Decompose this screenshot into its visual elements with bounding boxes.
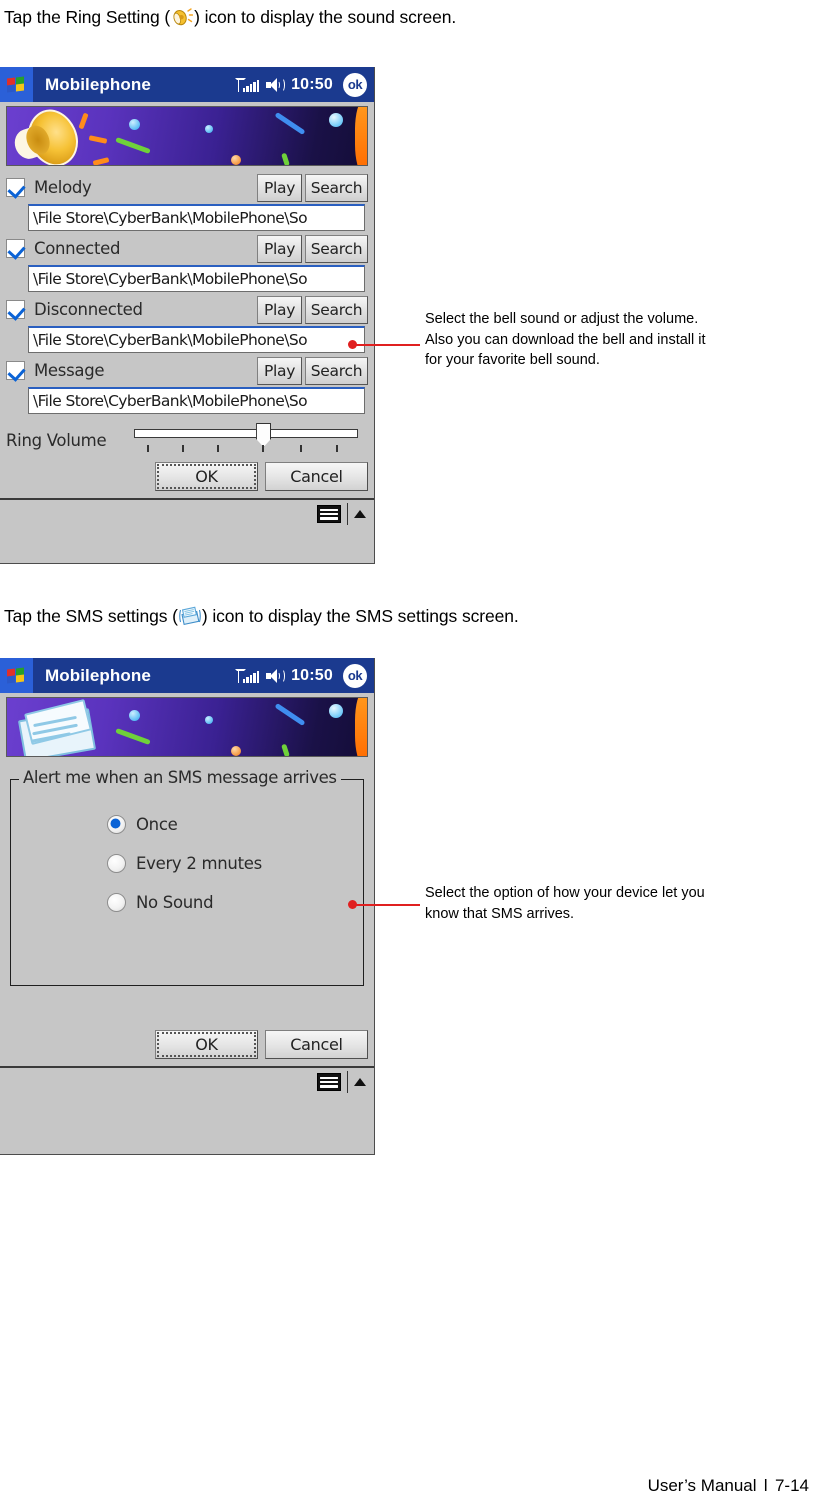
ring-volume-label: Ring Volume xyxy=(6,430,107,450)
taskbar-divider xyxy=(347,1071,348,1093)
caret-up-icon[interactable] xyxy=(354,510,366,518)
search-button-message[interactable]: Search xyxy=(305,356,368,385)
ok-button-sound[interactable]: OK xyxy=(155,462,258,491)
titlebar-sound: Mobilephone 10:50 ok xyxy=(0,67,374,102)
taskbar-divider xyxy=(347,503,348,525)
device-screen-sound: Mobilephone 10:50 ok Melody Play Search … xyxy=(0,67,375,564)
radio-every-2-minutes[interactable] xyxy=(107,853,126,873)
search-button-disconnected[interactable]: Search xyxy=(305,295,368,324)
slider-thumb[interactable] xyxy=(256,423,272,447)
table-row: Disconnected Play Search xyxy=(6,294,368,325)
checkbox-melody[interactable] xyxy=(6,178,25,197)
play-button-connected[interactable]: Play xyxy=(257,234,302,263)
path-field-connected[interactable]: \File Store\CyberBank\MobilePhone\So xyxy=(28,265,365,292)
radio-label-once: Once xyxy=(136,814,178,834)
instruction-ring-text-end: ) icon to display the sound screen. xyxy=(194,7,457,27)
checkbox-message[interactable] xyxy=(6,361,25,380)
radio-no-sound[interactable] xyxy=(107,892,126,912)
ring-volume-slider[interactable] xyxy=(134,423,358,457)
option-every-2-minutes[interactable]: Every 2 mnutes xyxy=(107,850,363,876)
radio-label-every-2-minutes: Every 2 mnutes xyxy=(136,853,262,873)
search-button-melody[interactable]: Search xyxy=(305,173,368,202)
envelope-banner-icon xyxy=(17,698,99,756)
instruction-sms-text-end: ) icon to display the SMS settings scree… xyxy=(201,606,519,626)
page-footer: User’s Manual ǀ 7-14 xyxy=(648,1476,809,1496)
checkbox-disconnected[interactable] xyxy=(6,300,25,319)
envelope-icon xyxy=(179,605,201,627)
sound-dialog-buttons: OK Cancel xyxy=(0,458,374,498)
row-label-melody: Melody xyxy=(34,178,92,197)
windows-flag-icon xyxy=(6,666,27,684)
keyboard-icon[interactable] xyxy=(317,1073,341,1091)
speaker-volume-icon xyxy=(266,77,286,92)
slider-ticks xyxy=(134,445,358,453)
footer-page-number: 7-14 xyxy=(774,1476,809,1495)
cancel-button-sound[interactable]: Cancel xyxy=(265,462,368,491)
manual-page: Tap the Ring Setting ( ) icon to display … xyxy=(0,0,817,1506)
instruction-ring-setting: Tap the Ring Setting ( ) icon to display … xyxy=(4,6,456,28)
envelope-banner xyxy=(6,697,368,757)
option-once[interactable]: Once xyxy=(107,811,363,837)
path-field-message[interactable]: \File Store\CyberBank\MobilePhone\So xyxy=(28,387,365,414)
device-screen-sms: Mobilephone 10:50 ok Alert me when an SM… xyxy=(0,658,375,1155)
keyboard-icon[interactable] xyxy=(317,505,341,523)
row-label-disconnected: Disconnected xyxy=(34,300,143,319)
windows-flag-icon xyxy=(6,75,27,93)
taskbar-sound xyxy=(0,498,374,528)
slider-track xyxy=(134,429,358,438)
megaphone-banner xyxy=(6,106,368,166)
option-no-sound[interactable]: No Sound xyxy=(107,889,363,915)
clock-sound: 10:50 xyxy=(291,75,333,93)
table-row: Melody Play Search xyxy=(6,172,368,203)
ring-volume-row: Ring Volume xyxy=(6,422,368,458)
ok-close-button-sound[interactable]: ok xyxy=(343,72,367,97)
path-field-melody[interactable]: \File Store\CyberBank\MobilePhone\So xyxy=(28,204,365,231)
path-field-disconnected[interactable]: \File Store\CyberBank\MobilePhone\So xyxy=(28,326,365,353)
sound-settings-list: Melody Play Search \File Store\CyberBank… xyxy=(0,166,374,458)
start-button-sms[interactable] xyxy=(0,658,33,693)
checkbox-connected[interactable] xyxy=(6,239,25,258)
cancel-button-sms[interactable]: Cancel xyxy=(265,1030,368,1059)
table-row: Message Play Search xyxy=(6,355,368,386)
play-button-disconnected[interactable]: Play xyxy=(257,295,302,324)
window-title-sms: Mobilephone xyxy=(45,665,151,685)
annotation-1-text: Select the bell sound or adjust the volu… xyxy=(425,311,706,368)
bell-icon xyxy=(171,6,194,28)
ok-button-sms[interactable]: OK xyxy=(155,1030,258,1059)
window-title-sound: Mobilephone xyxy=(45,74,151,94)
groupbox-title: Alert me when an SMS message arrives xyxy=(19,768,341,787)
caret-up-icon[interactable] xyxy=(354,1078,366,1086)
titlebar-sms: Mobilephone 10:50 ok xyxy=(0,658,374,693)
footer-manual-label: User’s Manual xyxy=(647,1476,757,1495)
table-row: Connected Play Search xyxy=(6,233,368,264)
instruction-sms-settings: Tap the SMS settings ( ) icon to display … xyxy=(4,605,519,627)
row-label-connected: Connected xyxy=(34,239,121,258)
play-button-message[interactable]: Play xyxy=(257,356,302,385)
annotation-2-leader xyxy=(356,904,420,906)
taskbar-sms xyxy=(0,1066,374,1096)
play-button-melody[interactable]: Play xyxy=(257,173,302,202)
clock-sms: 10:50 xyxy=(291,666,333,684)
signal-strength-icon xyxy=(234,668,260,683)
speaker-volume-icon xyxy=(266,668,286,683)
sms-alert-groupbox: Alert me when an SMS message arrives Onc… xyxy=(10,768,364,986)
start-button-sound[interactable] xyxy=(0,67,33,102)
instruction-ring-text-start: Tap the Ring Setting ( xyxy=(4,7,171,27)
instruction-sms-text-start: Tap the SMS settings ( xyxy=(4,606,178,626)
annotation-2-text: Select the option of how your device let… xyxy=(425,885,705,922)
row-label-message: Message xyxy=(34,361,105,380)
sms-dialog-buttons: OK Cancel xyxy=(0,986,374,1066)
signal-strength-icon xyxy=(234,77,260,92)
radio-once[interactable] xyxy=(107,814,126,834)
footer-separator: ǀ xyxy=(763,1476,768,1495)
radio-label-no-sound: No Sound xyxy=(136,892,214,912)
search-button-connected[interactable]: Search xyxy=(305,234,368,263)
ok-close-button-sms[interactable]: ok xyxy=(343,663,367,688)
annotation-1-leader xyxy=(356,344,420,346)
